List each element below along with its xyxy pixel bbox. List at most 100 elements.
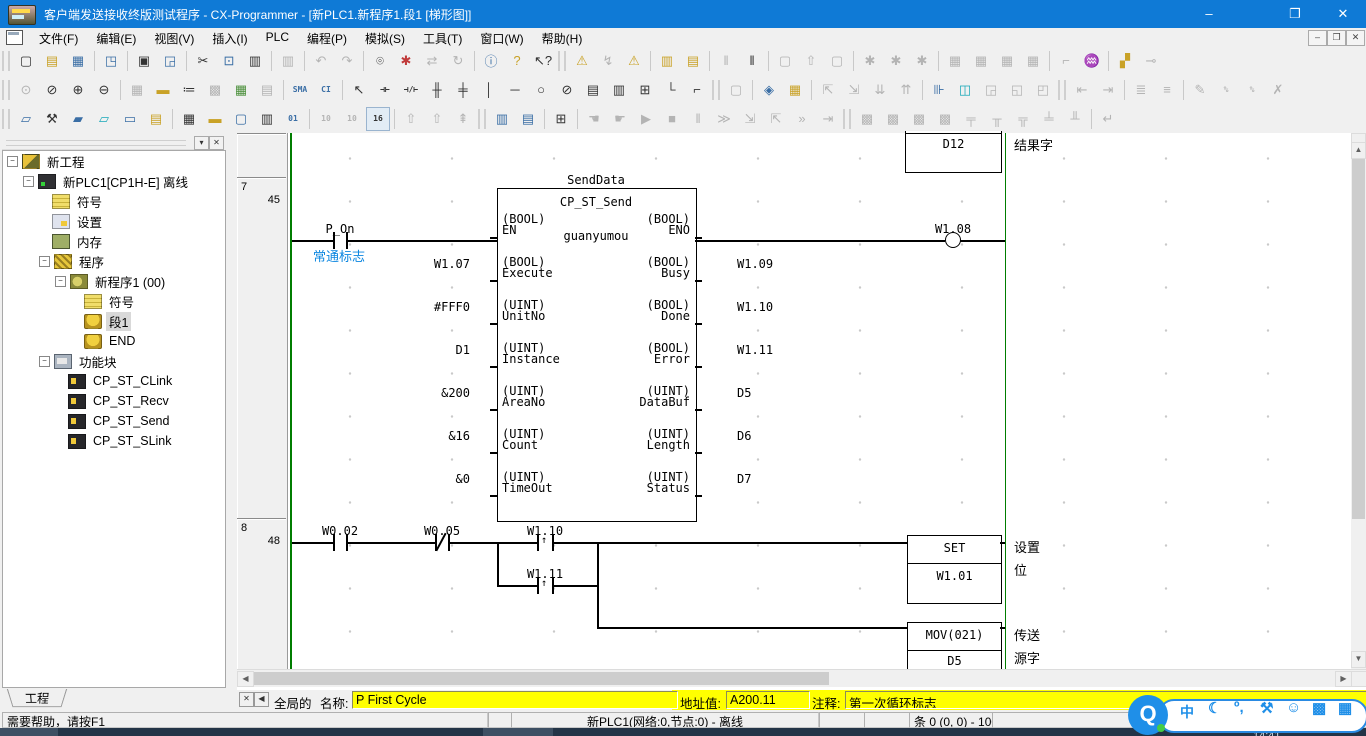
change-address-icon[interactable]: ✱: [394, 49, 418, 73]
taskbar-active-app[interactable]: [483, 728, 553, 736]
find-icon[interactable]: ⌾: [368, 49, 392, 73]
contact-nc-icon[interactable]: ⊣/⊢: [399, 78, 423, 102]
vertical-scrollbar[interactable]: ▲ ▼: [1351, 133, 1366, 669]
compile-program-icon[interactable]: ⚠: [570, 49, 594, 73]
binary-monitor-icon[interactable]: 01: [281, 107, 305, 131]
child-restore-button[interactable]: ❐: [1327, 30, 1346, 46]
contact-edge-label[interactable]: W1.11: [515, 567, 575, 581]
scroll-up-icon[interactable]: ▲: [1351, 142, 1366, 159]
ime-grid-icon[interactable]: ▦: [1338, 699, 1352, 717]
vertical-line-icon[interactable]: │: [477, 78, 501, 102]
context-help-icon[interactable]: ↖?: [531, 49, 555, 73]
ime-wrench-icon[interactable]: ⚒: [1260, 699, 1273, 717]
horizontal-line-icon[interactable]: ─: [503, 78, 527, 102]
contact-edge-label[interactable]: W1.10: [515, 524, 575, 538]
symbol-table-icon[interactable]: ▦: [229, 78, 253, 102]
tree-item--[interactable]: 符号: [3, 291, 225, 311]
window-3-icon[interactable]: ▱: [92, 107, 116, 131]
select-tool-icon[interactable]: ↖: [347, 78, 371, 102]
instruction-box2-icon[interactable]: ▥: [607, 78, 631, 102]
set-instruction-box[interactable]: SET W1.01: [907, 535, 1002, 604]
address-ref-icon[interactable]: ▢: [229, 107, 253, 131]
tree-item--[interactable]: 内存: [3, 231, 225, 251]
tree-expander-icon[interactable]: −: [23, 176, 34, 187]
toolbar-grip[interactable]: [1058, 80, 1066, 100]
transfer-to-plc-icon[interactable]: ▥: [655, 49, 679, 73]
zoom-in-icon[interactable]: ⊕: [66, 78, 90, 102]
tree-item-label[interactable]: 新程序1 (00): [92, 272, 168, 291]
tree-item-label[interactable]: 程序: [76, 252, 107, 271]
tree-item-cp_st_recv[interactable]: CP_ST_Recv: [3, 391, 225, 411]
rung-header-prev[interactable]: [237, 133, 286, 179]
cut-icon[interactable]: ✂: [191, 49, 215, 73]
close-button[interactable]: ✕: [1320, 0, 1366, 28]
tree-item-label[interactable]: 新PLC1[CP1H-E] 离线: [60, 172, 191, 191]
about-icon[interactable]: ⓘ: [479, 49, 503, 73]
ime-toolbar[interactable]: Q 中 ☾º,⚒☺▩▦: [1128, 695, 1366, 733]
menu-item[interactable]: 窗口(W): [471, 28, 532, 46]
window-4-icon[interactable]: ▭: [118, 107, 142, 131]
toolbar-grip[interactable]: [843, 109, 851, 129]
namebar-close-button[interactable]: ✕: [239, 692, 254, 707]
fb-input-operand[interactable]: D1: [330, 345, 470, 356]
line-delete-icon[interactable]: ⌐: [685, 78, 709, 102]
menu-item[interactable]: 文件(F): [30, 28, 87, 46]
toolbar-grip[interactable]: [478, 109, 486, 129]
ime-logo-icon[interactable]: Q: [1128, 695, 1168, 735]
password-lock-icon[interactable]: ▞: [1113, 49, 1137, 73]
monitor-sma-icon[interactable]: SMA: [288, 78, 312, 102]
ime-mode-toggle[interactable]: 中: [1180, 702, 1194, 722]
tree-item-label[interactable]: 内存: [74, 232, 105, 251]
time-chart-icon[interactable]: ♒: [1080, 49, 1104, 73]
tree-item--[interactable]: 设置: [3, 211, 225, 231]
tree-item-cp_st_slink[interactable]: CP_ST_SLink: [3, 431, 225, 451]
menu-item[interactable]: 工具(T): [414, 28, 471, 46]
tree-item-label[interactable]: 符号: [74, 192, 105, 211]
tree-item-cp_st_send[interactable]: CP_ST_Send: [3, 411, 225, 431]
fb-output-operand[interactable]: D6: [737, 431, 857, 442]
toolbar-grip[interactable]: [2, 51, 10, 71]
coil-icon[interactable]: ○: [529, 78, 553, 102]
tree-item--plc1-cp1h-e-[interactable]: − 新PLC1[CP1H-E] 离线: [3, 171, 225, 191]
rung-comment-icon[interactable]: ≔: [177, 78, 201, 102]
fb-input-operand[interactable]: &0: [330, 474, 470, 485]
output-window-icon[interactable]: ▥: [255, 107, 279, 131]
project-tab[interactable]: 工程: [7, 689, 67, 707]
tree-item--[interactable]: 符号: [3, 191, 225, 211]
tree-expander-icon[interactable]: −: [39, 356, 50, 367]
toolbar-grip[interactable]: [2, 80, 10, 100]
page-setup-icon[interactable]: ◳: [99, 49, 123, 73]
name-field[interactable]: P First Cycle: [352, 691, 678, 709]
contact-nc-vert-icon[interactable]: ╪: [451, 78, 475, 102]
apply-changes-icon[interactable]: ◈: [757, 78, 781, 102]
pause-icon[interactable]: ‖: [740, 49, 764, 73]
restore-button[interactable]: ❐: [1272, 0, 1318, 28]
fb-input-operand[interactable]: &16: [330, 431, 470, 442]
fb-invoke-icon[interactable]: ⊞: [633, 78, 657, 102]
start-button[interactable]: [0, 728, 58, 736]
ime-skin-icon[interactable]: ▩: [1312, 699, 1326, 717]
copy-icon[interactable]: ⊡: [217, 49, 241, 73]
print-preview-icon[interactable]: ◲: [158, 49, 182, 73]
rung-header-7[interactable]: 7 45: [237, 177, 286, 520]
tree-item-label[interactable]: CP_ST_CLink: [90, 374, 175, 388]
fb-output-operand[interactable]: D5: [737, 388, 857, 399]
closed-coil-icon[interactable]: ⊘: [555, 78, 579, 102]
tree-item-label[interactable]: 设置: [74, 212, 105, 231]
monitor-ci-icon[interactable]: CI: [314, 78, 338, 102]
tree-item-label[interactable]: 段1: [106, 312, 131, 331]
mov-instruction-box[interactable]: MOV(021) D5: [907, 622, 1002, 670]
tree-item-label[interactable]: CP_ST_SLink: [90, 434, 175, 448]
contact-label[interactable]: W0.02: [310, 524, 370, 538]
fb-list-icon[interactable]: ⊪: [927, 78, 951, 102]
tree-item--1-00-[interactable]: −新程序1 (00): [3, 271, 225, 291]
contact-label[interactable]: P_On: [310, 222, 370, 236]
minimize-button[interactable]: –: [1186, 0, 1232, 28]
tree-item-label[interactable]: CP_ST_Recv: [90, 394, 172, 408]
workspace-pin-button[interactable]: ▾: [194, 136, 209, 150]
child-minimize-button[interactable]: –: [1308, 30, 1327, 46]
menu-item[interactable]: 插入(I): [203, 28, 256, 46]
coil-label[interactable]: W1.08: [923, 222, 983, 236]
properties-icon[interactable]: ▤: [144, 107, 168, 131]
work-online-icon[interactable]: ▥: [490, 107, 514, 131]
